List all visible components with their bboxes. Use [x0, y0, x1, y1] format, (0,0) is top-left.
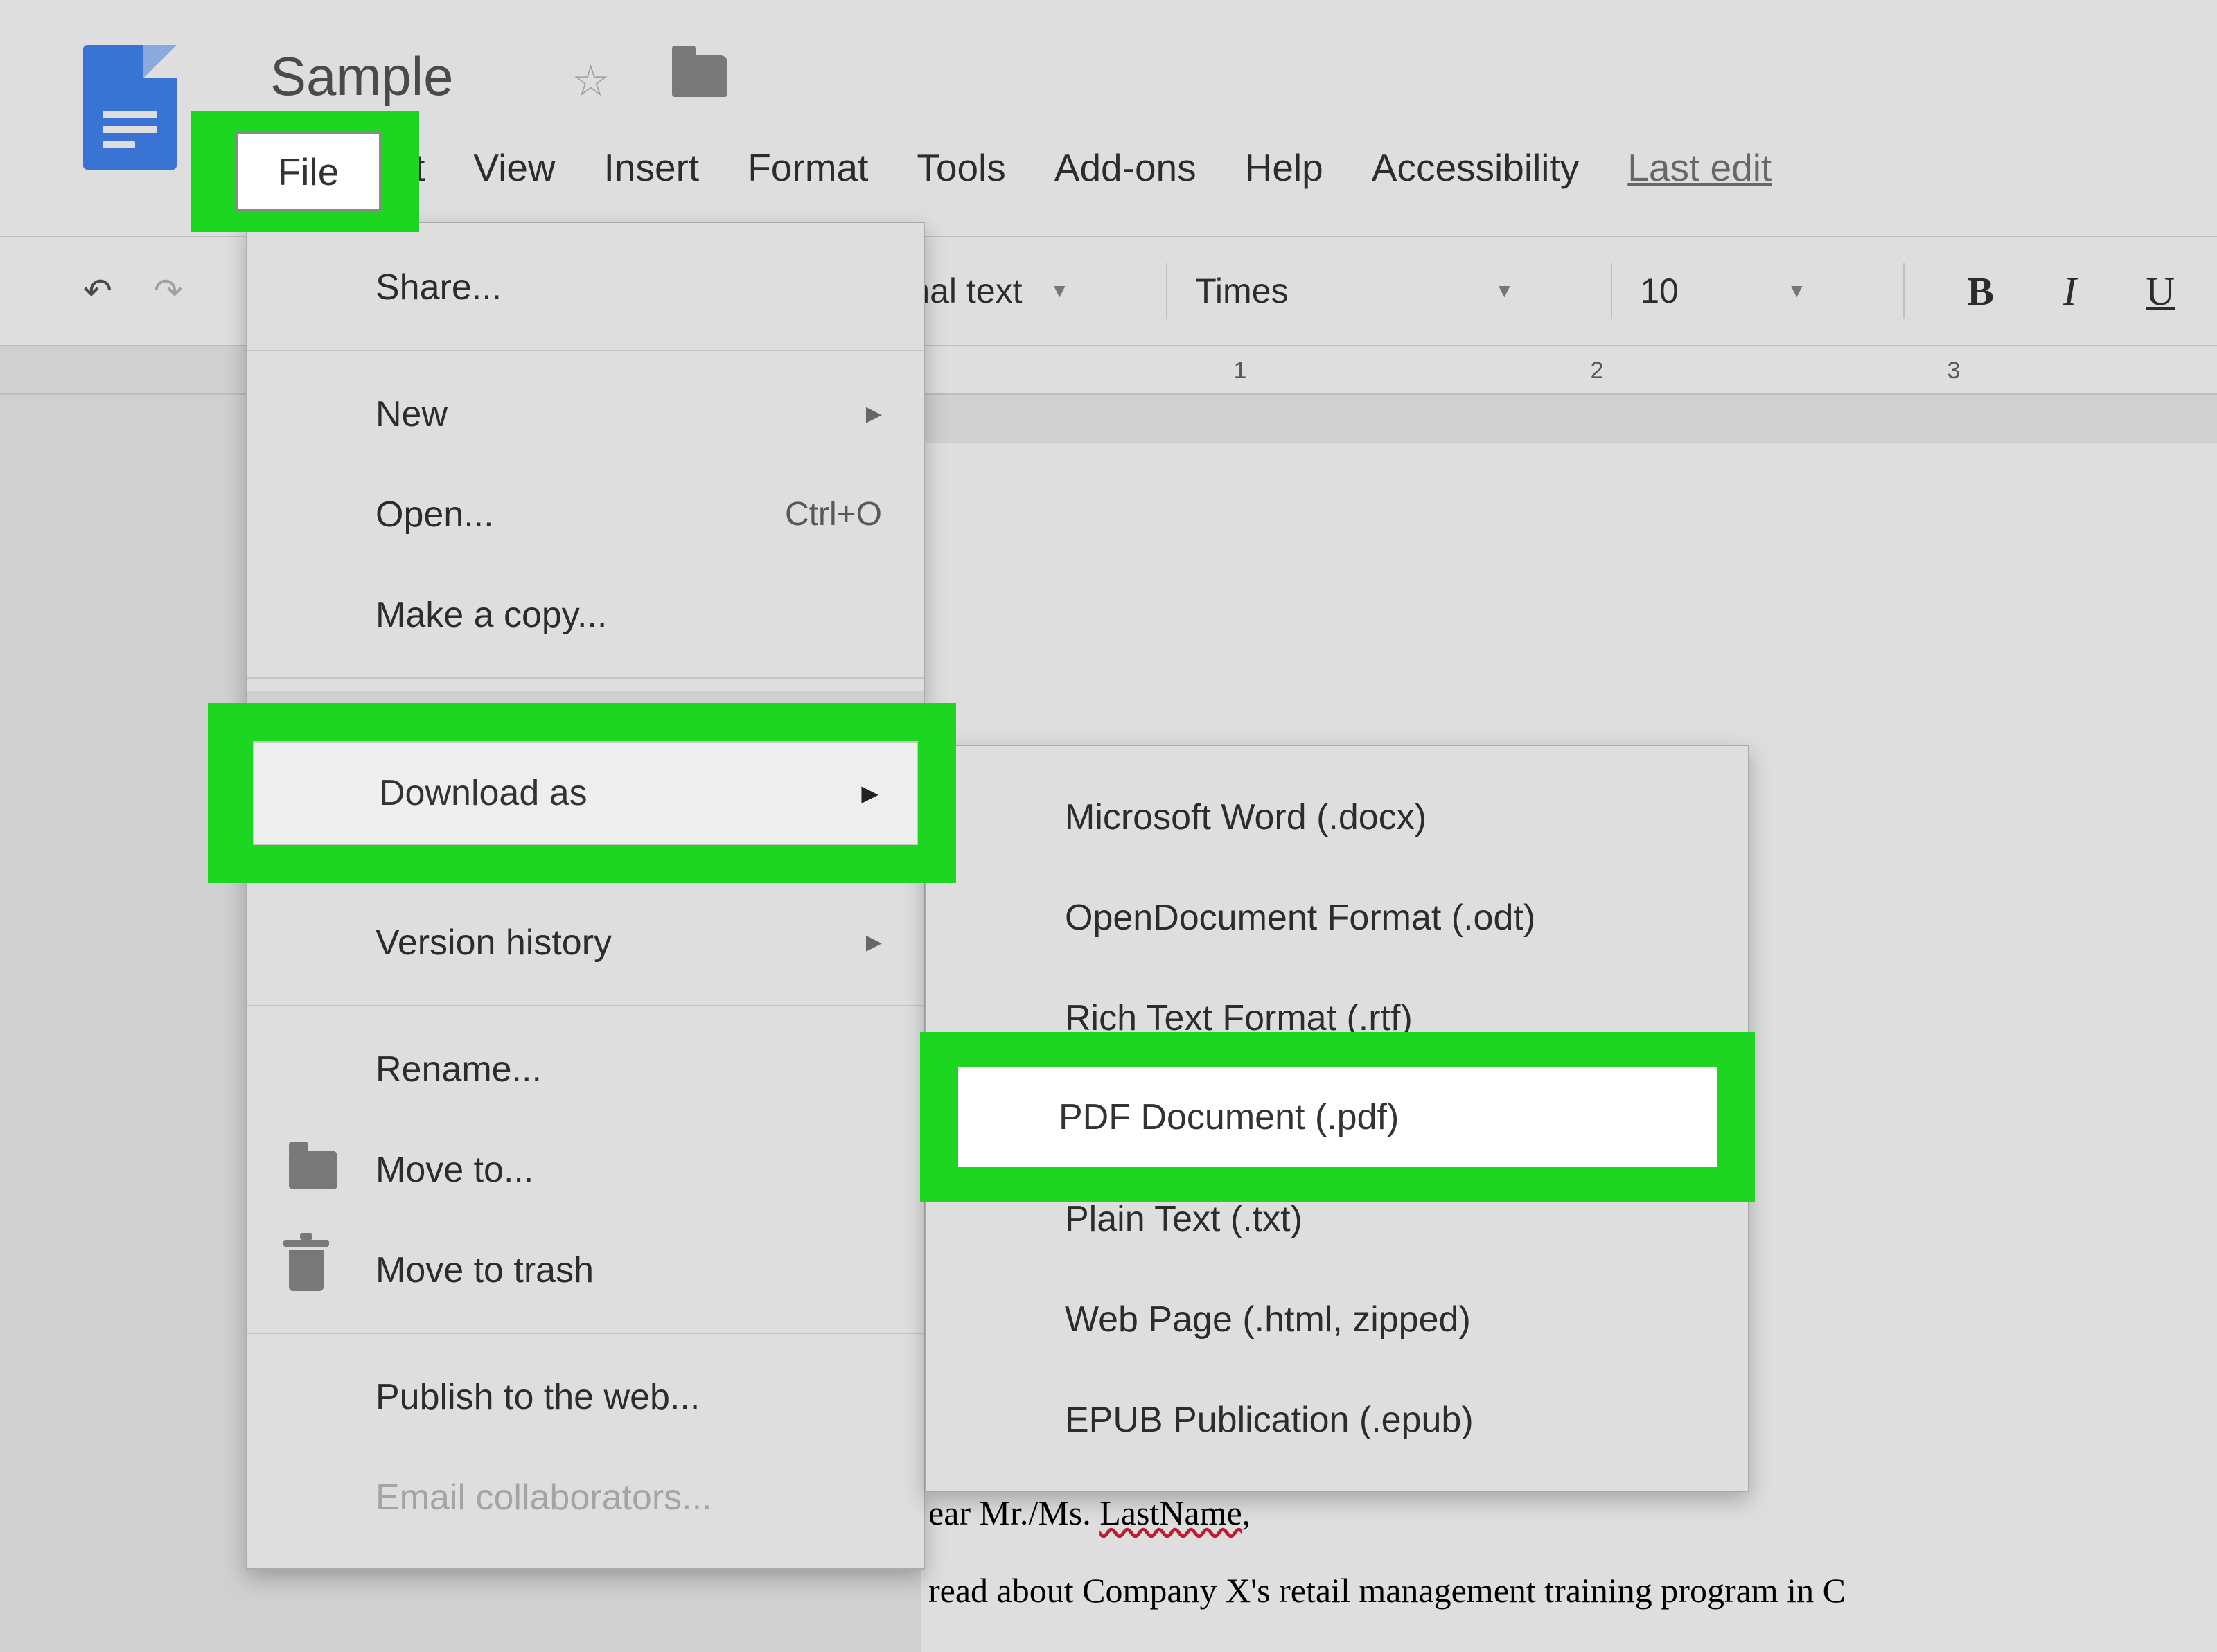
menu-item-move-to[interactable]: Move to...: [247, 1119, 924, 1220]
redo-icon[interactable]: ↷: [154, 271, 183, 311]
italic-button[interactable]: I: [2063, 268, 2076, 314]
highlight-file-menu: File: [191, 111, 419, 232]
ruler-number: 2: [1591, 357, 1604, 384]
submenu-item-label: EPUB Publication (.epub): [1065, 1399, 1474, 1441]
menu-item-make-copy[interactable]: Make a copy...: [247, 565, 924, 665]
spellcheck-word[interactable]: LastName: [1099, 1493, 1242, 1532]
submenu-item-label: Web Page (.html, zipped): [1065, 1299, 1471, 1340]
menu-item-label: Version history: [376, 922, 612, 963]
menu-item-move-to-trash[interactable]: Move to trash: [247, 1220, 924, 1320]
submenu-item-label: PDF Document (.pdf): [1059, 1096, 1399, 1138]
toolbar-separator: [1611, 263, 1612, 319]
menu-item-label: Publish to the web...: [376, 1376, 700, 1418]
menu-help[interactable]: Help: [1245, 145, 1323, 190]
menu-item-label: Rename...: [376, 1049, 542, 1090]
star-icon[interactable]: ☆: [572, 55, 610, 106]
chevron-right-icon: ▶: [866, 402, 882, 426]
toolbar-separator: [1903, 263, 1905, 319]
underline-button[interactable]: U: [2146, 268, 2175, 314]
menu-item-label: Share...: [376, 267, 502, 308]
menu-divider: [247, 677, 924, 679]
font-size-value: 10: [1640, 271, 1679, 311]
menu-format[interactable]: Format: [748, 145, 868, 190]
undo-icon[interactable]: ↶: [83, 271, 112, 311]
menu-item-label: Make a copy...: [376, 594, 607, 636]
file-menu-dropdown: Share... New ▶ Open... Ctrl+O Make a cop…: [246, 222, 925, 1570]
menu-item-new[interactable]: New ▶: [247, 364, 924, 464]
submenu-item-label: Microsoft Word (.docx): [1065, 797, 1427, 838]
font-family-select[interactable]: Times ▼: [1195, 271, 1514, 311]
menu-file-label: File: [278, 150, 339, 194]
submenu-item-docx[interactable]: Microsoft Word (.docx): [926, 767, 1748, 867]
menu-item-rename[interactable]: Rename...: [247, 1019, 924, 1119]
bold-button[interactable]: B: [1967, 268, 1994, 314]
menu-item-version-history[interactable]: Version history ▶: [247, 892, 924, 993]
submenu-item-html[interactable]: Web Page (.html, zipped): [926, 1269, 1748, 1369]
menu-item-label: Open...: [376, 494, 494, 535]
menu-divider: [247, 350, 924, 351]
menu-file-highlighted[interactable]: File: [236, 132, 381, 211]
menu-item-share[interactable]: Share...: [247, 237, 924, 337]
ruler-number: 1: [1234, 357, 1247, 384]
menu-item-publish-web[interactable]: Publish to the web...: [247, 1347, 924, 1447]
menu-addons[interactable]: Add-ons: [1054, 145, 1196, 190]
menu-item-email-collaborators: Email collaborators...: [247, 1447, 924, 1547]
menu-tools[interactable]: Tools: [917, 145, 1005, 190]
folder-icon: [289, 1151, 337, 1189]
submenu-item-epub[interactable]: EPUB Publication (.epub): [926, 1369, 1748, 1470]
document-title[interactable]: Sample: [270, 45, 453, 108]
submenu-item-label: Plain Text (.txt): [1065, 1198, 1302, 1240]
chevron-down-icon: ▼: [1495, 280, 1514, 302]
menu-item-open[interactable]: Open... Ctrl+O: [247, 464, 924, 565]
submenu-item-odt[interactable]: OpenDocument Format (.odt): [926, 867, 1748, 968]
highlight-download-as: Download as ▶: [208, 703, 956, 883]
menu-insert[interactable]: Insert: [604, 145, 700, 190]
body-text: read about Company X's retail management…: [928, 1565, 2162, 1616]
font-size-select[interactable]: 10 ▼: [1640, 271, 1806, 311]
chevron-down-icon: ▼: [1787, 280, 1807, 302]
trash-icon: [289, 1250, 324, 1291]
menu-divider: [247, 1333, 924, 1334]
submenu-item-label: OpenDocument Format (.odt): [1065, 897, 1535, 939]
chevron-right-icon: ▶: [866, 930, 882, 954]
submenu-item-pdf-highlighted[interactable]: PDF Document (.pdf): [958, 1067, 1717, 1167]
menu-item-label: Email collaborators...: [376, 1477, 712, 1518]
move-folder-icon[interactable]: [672, 55, 727, 97]
highlight-pdf-option: PDF Document (.pdf): [920, 1032, 1755, 1202]
last-edit-link[interactable]: Last edit: [1627, 145, 1772, 190]
chevron-right-icon: ▶: [861, 780, 878, 806]
ruler-number: 3: [1947, 357, 1961, 384]
docs-app-icon[interactable]: [83, 45, 177, 170]
menu-divider: [247, 1005, 924, 1006]
menu-item-label: Move to...: [376, 1149, 533, 1191]
menu-item-label: New: [376, 393, 448, 435]
toolbar-separator: [1166, 263, 1167, 319]
menu-bar: File Edit View Insert Format Tools Add-o…: [263, 145, 1772, 190]
menu-item-shortcut: Ctrl+O: [785, 495, 882, 533]
menu-item-download-as-highlighted[interactable]: Download as ▶: [253, 741, 918, 845]
menu-item-label: Move to trash: [376, 1250, 594, 1291]
chevron-down-icon: ▼: [1050, 280, 1070, 302]
menu-view[interactable]: View: [473, 145, 555, 190]
menu-item-label: Download as: [379, 772, 588, 814]
body-text: ear Mr./Ms. LastName,: [928, 1488, 2162, 1538]
menu-accessibility[interactable]: Accessibility: [1372, 145, 1580, 190]
font-family-value: Times: [1195, 271, 1288, 311]
